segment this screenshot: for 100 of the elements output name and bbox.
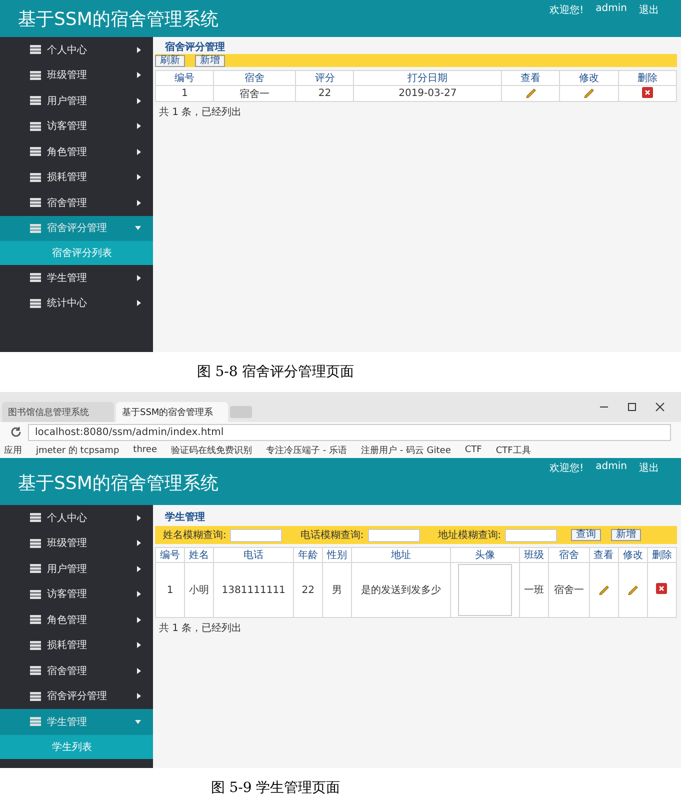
sidebar-item[interactable]: 访客管理 (0, 582, 153, 607)
sidebar-item[interactable]: 宿舍管理 (0, 658, 153, 684)
column-header: 删除 (618, 70, 676, 86)
browser-tab[interactable]: 图书馆信息管理系统 (2, 402, 114, 422)
toolbar-button[interactable]: 查询 (571, 529, 602, 541)
toolbar-button[interactable]: 刷新 (155, 54, 185, 66)
table-cell: 宿舍一 (554, 585, 584, 596)
bookmark-link[interactable]: 应用 (4, 444, 22, 456)
stack-icon (30, 640, 41, 650)
header-link[interactable]: 欢迎您! (550, 461, 584, 475)
stack-icon (30, 172, 41, 182)
header-link[interactable]: admin (596, 461, 627, 472)
sidebar-item[interactable]: 宿舍评分管理 (0, 684, 153, 709)
caret-right-icon (137, 72, 141, 78)
stack-icon (30, 692, 41, 701)
caret-right-icon (137, 98, 141, 104)
delete-icon[interactable] (642, 86, 653, 98)
caret-right-icon (137, 274, 141, 281)
maximize-icon[interactable] (627, 402, 637, 412)
bookmark-link[interactable]: CTF (464, 445, 482, 455)
bookmark-link[interactable]: 注册用户 - 码云 Gitee (360, 444, 451, 456)
sidebar-item[interactable]: 宿舍评分管理 (0, 216, 153, 241)
sidebar-item[interactable]: 班级管理 (0, 530, 153, 556)
sidebar-item[interactable]: 损耗管理 (0, 632, 153, 658)
column-header: 头像 (450, 548, 520, 562)
bookmark-link[interactable]: 验证码在线免费识别 (170, 444, 252, 456)
toolbar-button[interactable]: 新增 (611, 529, 642, 541)
column-header: 修改 (618, 548, 648, 562)
column-header: 年龄 (294, 548, 323, 562)
caret-right-icon (137, 200, 141, 206)
stack-icon (30, 70, 41, 80)
caret-down-icon (135, 720, 141, 724)
sidebar-item[interactable]: 个人中心 (0, 505, 153, 530)
sidebar-item[interactable]: 宿舍管理 (0, 190, 153, 216)
caret-right-icon (137, 46, 141, 53)
sidebar-item[interactable]: 班级管理 (0, 62, 153, 88)
table-cell: 2019-03-27 (398, 88, 457, 99)
caret-right-icon (137, 591, 141, 598)
stack-icon (30, 298, 41, 308)
header-link[interactable]: admin (596, 3, 627, 14)
search-label: 电话模糊查询: (300, 528, 364, 542)
bookmark-link[interactable]: jmeter 的 tcpsamp (36, 444, 120, 456)
caret-right-icon (137, 148, 141, 155)
pencil-icon[interactable] (582, 86, 595, 98)
sidebar-item[interactable]: 访客管理 (0, 114, 153, 139)
column-header: 修改 (560, 70, 618, 86)
figure-caption: 图 5-8 宿舍评分管理页面 (196, 363, 356, 382)
table-cell: 男 (332, 585, 342, 596)
caret-right-icon (137, 174, 141, 180)
panel-title: 宿舍评分管理 (164, 40, 226, 54)
search-label: 地址模糊查询: (438, 528, 502, 542)
stack-icon (30, 564, 41, 574)
header-link[interactable]: 欢迎您! (550, 3, 584, 17)
sidebar-item[interactable]: 个人中心 (0, 37, 153, 62)
header-link[interactable]: 退出 (639, 3, 659, 17)
stack-icon (30, 717, 41, 726)
table-cell: 22 (318, 88, 332, 99)
column-header: 姓名 (184, 548, 214, 562)
caret-right-icon (137, 566, 141, 572)
browser-tab[interactable]: 基于SSM的宿舍管理系 (116, 402, 228, 422)
column-header: 编号 (156, 548, 185, 562)
stack-icon (30, 590, 41, 599)
toolbar-button[interactable]: 新增 (195, 54, 225, 66)
stack-icon (30, 45, 41, 54)
column-header: 查看 (501, 70, 560, 86)
sidebar-item[interactable]: 用户管理 (0, 556, 153, 582)
column-header: 性别 (322, 548, 352, 562)
bookmark-link[interactable]: CTF工具 (496, 444, 531, 456)
sidebar-item[interactable]: 角色管理 (0, 607, 153, 632)
bookmark-link[interactable]: 专注冷压端子 - 乐语 (266, 444, 347, 456)
search-label: 姓名模糊查询: (163, 528, 226, 542)
delete-icon[interactable] (656, 583, 668, 594)
sidebar-item[interactable]: 损耗管理 (0, 164, 153, 190)
pencil-icon[interactable] (524, 86, 537, 98)
column-header: 打分日期 (354, 70, 502, 86)
table-cell: 是的发送到发多少 (361, 585, 442, 596)
column-header: 班级 (519, 548, 548, 562)
stack-icon (30, 513, 41, 522)
stack-icon (30, 615, 41, 624)
sidebar-item[interactable]: 用户管理 (0, 88, 153, 114)
record-count: 共 1 条，已经列出 (158, 106, 243, 120)
header-link[interactable]: 退出 (639, 461, 659, 475)
column-header: 电话 (214, 548, 294, 562)
caret-right-icon (137, 616, 141, 623)
bookmark-link[interactable]: three (133, 445, 157, 455)
sidebar-item[interactable]: 统计中心 (0, 290, 153, 316)
search-field[interactable] (368, 528, 420, 542)
search-field[interactable] (505, 528, 558, 542)
table-cell: 1 (166, 584, 174, 596)
caret-right-icon (137, 300, 141, 306)
address-field[interactable]: localhost:8080/ssm/admin/index.html (28, 424, 671, 440)
column-header: 删除 (647, 548, 676, 562)
reload-icon[interactable] (10, 426, 22, 438)
close-icon[interactable] (655, 402, 665, 412)
search-field[interactable] (230, 528, 282, 542)
stack-icon (30, 122, 41, 131)
sidebar-item[interactable]: 学生管理 (0, 265, 153, 290)
column-header: 宿舍 (548, 548, 590, 562)
table-cell: 小明 (189, 585, 210, 596)
sidebar-item[interactable]: 角色管理 (0, 139, 153, 164)
